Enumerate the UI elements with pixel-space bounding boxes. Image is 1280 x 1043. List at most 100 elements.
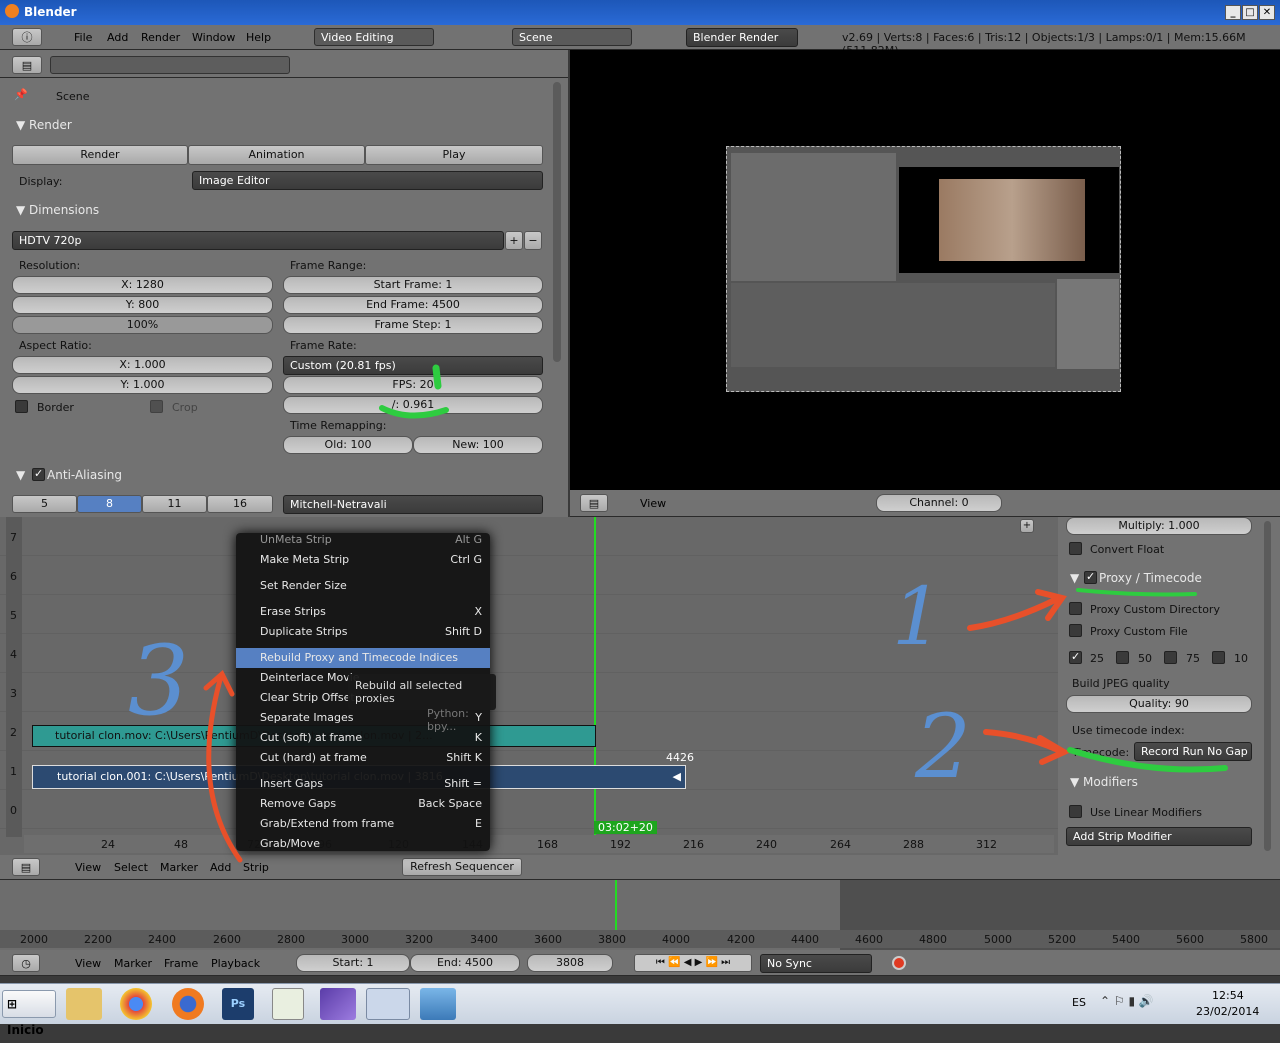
- menu-help[interactable]: Help: [246, 31, 271, 44]
- tl-menu-marker[interactable]: Marker: [114, 957, 152, 970]
- tl-menu-view[interactable]: View: [75, 957, 101, 970]
- record-icon[interactable]: [892, 956, 906, 970]
- render-preset-dropdown[interactable]: HDTV 720p: [12, 231, 504, 250]
- tl-3400: 3400: [470, 933, 498, 946]
- context-tabs[interactable]: [50, 56, 290, 74]
- channel-2: 2: [10, 726, 17, 739]
- sync-dropdown[interactable]: No Sync: [760, 954, 872, 973]
- aa-panel-header[interactable]: ▼ Anti-Aliasing: [16, 468, 122, 482]
- chrome-icon[interactable]: [120, 988, 152, 1020]
- border-label: Border: [37, 401, 74, 414]
- convert-float-checkbox[interactable]: [1069, 542, 1082, 555]
- tl-editor-icon[interactable]: ◷: [12, 954, 40, 972]
- render-panel-header[interactable]: ▼ Render: [16, 118, 72, 132]
- crop-label: Crop: [172, 401, 198, 414]
- menu-render[interactable]: Render: [141, 31, 180, 44]
- aspect-y-field[interactable]: Y: 1.000: [12, 376, 273, 394]
- editor-type-icon[interactable]: ▤: [12, 56, 42, 74]
- annotation-number-1: 1: [892, 570, 943, 663]
- clock-date[interactable]: 23/02/2014: [1196, 1005, 1259, 1018]
- green-marks: [379, 364, 449, 419]
- layout-selector[interactable]: Video Editing: [314, 28, 434, 46]
- info-editor-icon[interactable]: ⓘ: [12, 28, 42, 46]
- remap-old-field[interactable]: Old: 100: [283, 436, 413, 454]
- preview-editor-icon[interactable]: ▤: [580, 494, 608, 512]
- menu-window[interactable]: Window: [192, 31, 235, 44]
- channel-field[interactable]: Channel: 0: [876, 494, 1002, 512]
- window-title: Blender: [24, 5, 77, 19]
- aa-sample-11[interactable]: 11: [142, 495, 207, 513]
- preview-frame: [726, 146, 1121, 392]
- aa-sample-5[interactable]: 5: [12, 495, 77, 513]
- start-button[interactable]: ⊞ Inicio: [2, 990, 56, 1037]
- menu-make-meta-strip[interactable]: Make Meta Strip Ctrl G: [236, 550, 490, 570]
- tl-menu-frame[interactable]: Frame: [164, 957, 198, 970]
- clock-time[interactable]: 12:54: [1212, 989, 1244, 1002]
- aspect-label: Aspect Ratio:: [19, 339, 92, 352]
- scene-selector[interactable]: Scene: [512, 28, 632, 46]
- tl-2200: 2200: [84, 933, 112, 946]
- tl-2000: 2000: [20, 933, 48, 946]
- preview-view-menu[interactable]: View: [640, 497, 666, 510]
- tl-menu-playback[interactable]: Playback: [211, 957, 260, 970]
- dimensions-panel-header[interactable]: ▼ Dimensions: [16, 203, 99, 217]
- res-x-field[interactable]: X: 1280: [12, 276, 273, 294]
- animation-button[interactable]: Animation: [188, 145, 365, 165]
- engine-selector[interactable]: Blender Render: [686, 28, 798, 47]
- seq-editor-icon[interactable]: ▤: [12, 858, 40, 876]
- language-indicator[interactable]: ES: [1072, 996, 1086, 1009]
- timeline-playhead: [615, 880, 617, 930]
- tl-current-frame-field[interactable]: 3808: [527, 954, 613, 972]
- media-icon[interactable]: [320, 988, 356, 1020]
- tl-start-field[interactable]: Start: 1: [296, 954, 410, 972]
- timeline-header: ◷ View Marker Frame Playback Start: 1 En…: [0, 950, 1280, 976]
- menu-add[interactable]: Add: [107, 31, 128, 44]
- maximize-icon[interactable]: □: [1242, 5, 1258, 20]
- explorer-icon[interactable]: [66, 988, 102, 1020]
- seq-plus-icon[interactable]: +: [1020, 519, 1034, 533]
- remove-preset-button[interactable]: −: [524, 231, 542, 250]
- crop-checkbox[interactable]: [150, 400, 163, 413]
- add-preset-button[interactable]: +: [505, 231, 523, 250]
- multiply-field[interactable]: Multiply: 1.000: [1066, 517, 1252, 535]
- tl-4200: 4200: [727, 933, 755, 946]
- annotation-arrows: [203, 588, 1228, 863]
- photos-icon[interactable]: [420, 988, 456, 1020]
- render-button[interactable]: Render: [12, 145, 188, 165]
- firefox-icon[interactable]: [172, 988, 204, 1020]
- channel-0: 0: [10, 804, 17, 817]
- tl-5200: 5200: [1048, 933, 1076, 946]
- seq-menu-view[interactable]: View: [75, 861, 101, 874]
- blender-taskbar-icon[interactable]: [366, 988, 410, 1020]
- aspect-x-field[interactable]: X: 1.000: [12, 356, 273, 374]
- preview-header: ▤ View Channel: 0: [570, 490, 1280, 517]
- aa-sample-8[interactable]: 8: [77, 495, 142, 513]
- display-dropdown[interactable]: Image Editor: [192, 171, 543, 190]
- menu-file[interactable]: File: [74, 31, 92, 44]
- timeline-editor: 2000 2200 2400 2600 2800 3000 3200 3400 …: [0, 880, 1280, 950]
- frame-step-field[interactable]: Frame Step: 1: [283, 316, 543, 334]
- window-titlebar: Blender _ □ ✕: [0, 0, 1280, 25]
- properties-scrollbar[interactable]: [553, 82, 561, 362]
- tl-end-field[interactable]: End: 4500: [410, 954, 520, 972]
- tl-5000: 5000: [984, 933, 1012, 946]
- aa-filter-dropdown[interactable]: Mitchell-Netravali: [283, 495, 543, 514]
- border-checkbox[interactable]: [15, 400, 28, 413]
- tray-icons[interactable]: ⌃ ⚐ ▮ 🔊: [1100, 994, 1154, 1008]
- aa-sample-16[interactable]: 16: [207, 495, 273, 513]
- remap-new-field[interactable]: New: 100: [413, 436, 543, 454]
- pin-icon[interactable]: 📌: [14, 88, 28, 101]
- notepad-icon[interactable]: [272, 988, 304, 1020]
- res-y-field[interactable]: Y: 800: [12, 296, 273, 314]
- close-icon[interactable]: ✕: [1259, 5, 1275, 20]
- play-button[interactable]: Play: [365, 145, 543, 165]
- res-percent-field[interactable]: 100%: [12, 316, 273, 334]
- annotation-number-2: 2: [915, 695, 971, 798]
- start-frame-field[interactable]: Start Frame: 1: [283, 276, 543, 294]
- minimize-icon[interactable]: _: [1225, 5, 1241, 20]
- playback-controls[interactable]: ⏮ ⏪ ◀ ▶ ⏩ ⏭: [634, 954, 752, 972]
- channel-7: 7: [10, 531, 17, 544]
- photoshop-icon[interactable]: Ps: [222, 988, 254, 1020]
- end-frame-field[interactable]: End Frame: 4500: [283, 296, 543, 314]
- menu-unmeta-strip[interactable]: UnMeta Strip Alt G: [236, 530, 490, 550]
